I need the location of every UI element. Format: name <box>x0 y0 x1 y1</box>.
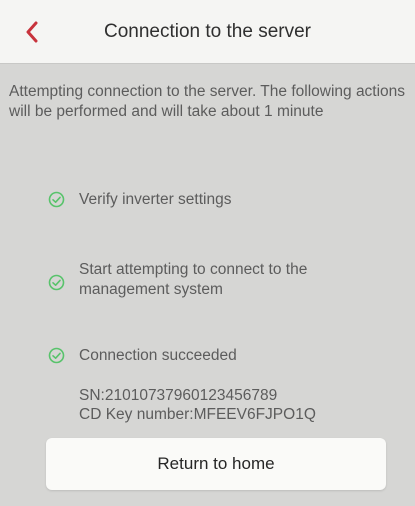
step-label: Connection succeeded <box>79 347 237 364</box>
step-label: Verify inverter settings <box>79 191 232 208</box>
check-circle-icon <box>48 274 65 291</box>
app-header: Connection to the server <box>0 0 415 64</box>
intro-text: Attempting connection to the server. The… <box>9 83 406 120</box>
step-label: Start attempting to connect to the manag… <box>79 261 308 298</box>
check-circle-icon <box>48 191 65 208</box>
serial-number: SN:21010737960123456789 <box>79 387 278 404</box>
connection-details: SN:21010737960123456789 CD Key number:MF… <box>79 386 316 424</box>
check-circle-icon <box>48 347 65 364</box>
page-title: Connection to the server <box>103 21 311 42</box>
cd-key-number: CD Key number:MFEEV6FJPO1Q <box>79 406 316 423</box>
return-home-button[interactable]: Return to home <box>46 438 386 490</box>
